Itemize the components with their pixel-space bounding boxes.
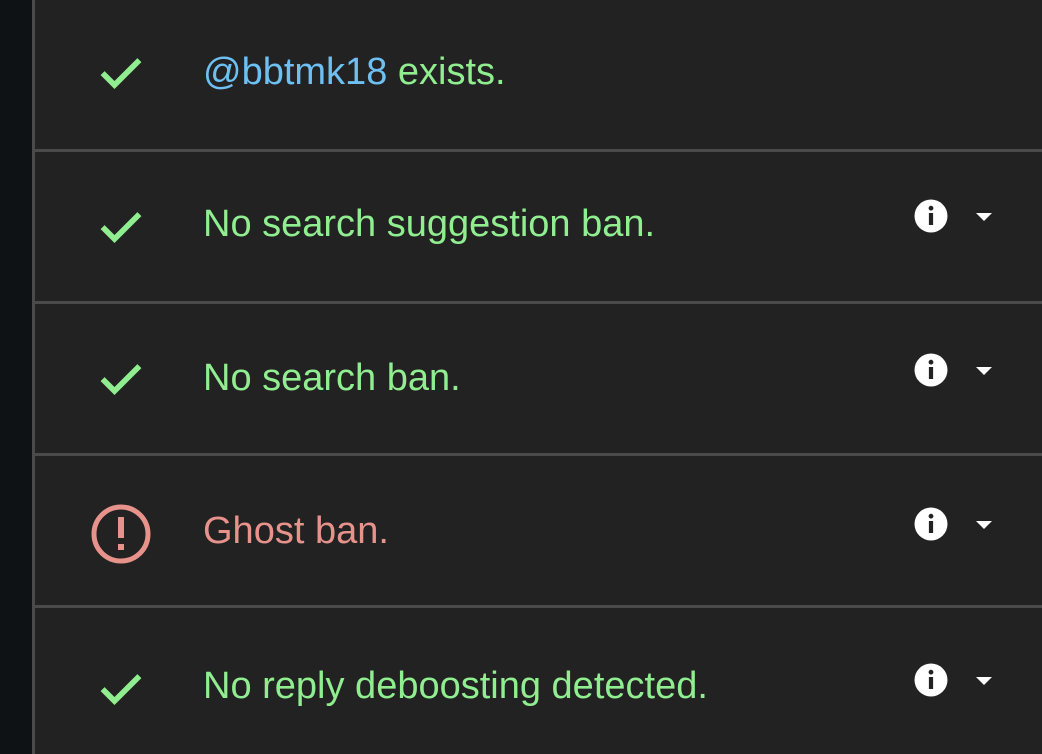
info-icon[interactable] — [913, 198, 949, 234]
result-row-reply-deboosting[interactable]: No reply deboosting detected. — [35, 608, 1042, 754]
result-label: Ghost ban. — [203, 510, 389, 552]
info-icon[interactable] — [913, 352, 949, 388]
info-icon[interactable] — [913, 662, 949, 698]
result-label: No reply deboosting detected. — [203, 665, 708, 707]
result-row-ghost-ban[interactable]: Ghost ban. — [35, 456, 1042, 608]
info-icon[interactable] — [913, 506, 949, 542]
result-label: No search suggestion ban. — [203, 203, 656, 245]
result-row-search-ban[interactable]: No search ban. — [35, 304, 1042, 456]
caret-down-icon[interactable] — [971, 668, 997, 694]
check-icon — [89, 194, 153, 258]
result-label: No search ban. — [203, 357, 461, 399]
alert-circle-icon — [89, 502, 153, 566]
ban-check-results: @bbtmk18 exists. No search suggestion ba… — [32, 0, 1042, 754]
caret-down-icon[interactable] — [971, 204, 997, 230]
result-text: @bbtmk18 exists. — [203, 50, 506, 94]
result-label: exists. — [387, 51, 506, 93]
result-row-exists: @bbtmk18 exists. — [35, 0, 1042, 152]
result-row-search-suggestion-ban[interactable]: No search suggestion ban. — [35, 152, 1042, 304]
check-icon — [89, 40, 153, 104]
check-icon — [89, 656, 153, 720]
user-handle: @bbtmk18 — [203, 51, 388, 93]
left-gutter — [0, 0, 32, 754]
caret-down-icon[interactable] — [971, 512, 997, 538]
caret-down-icon[interactable] — [971, 358, 997, 384]
check-icon — [89, 346, 153, 410]
